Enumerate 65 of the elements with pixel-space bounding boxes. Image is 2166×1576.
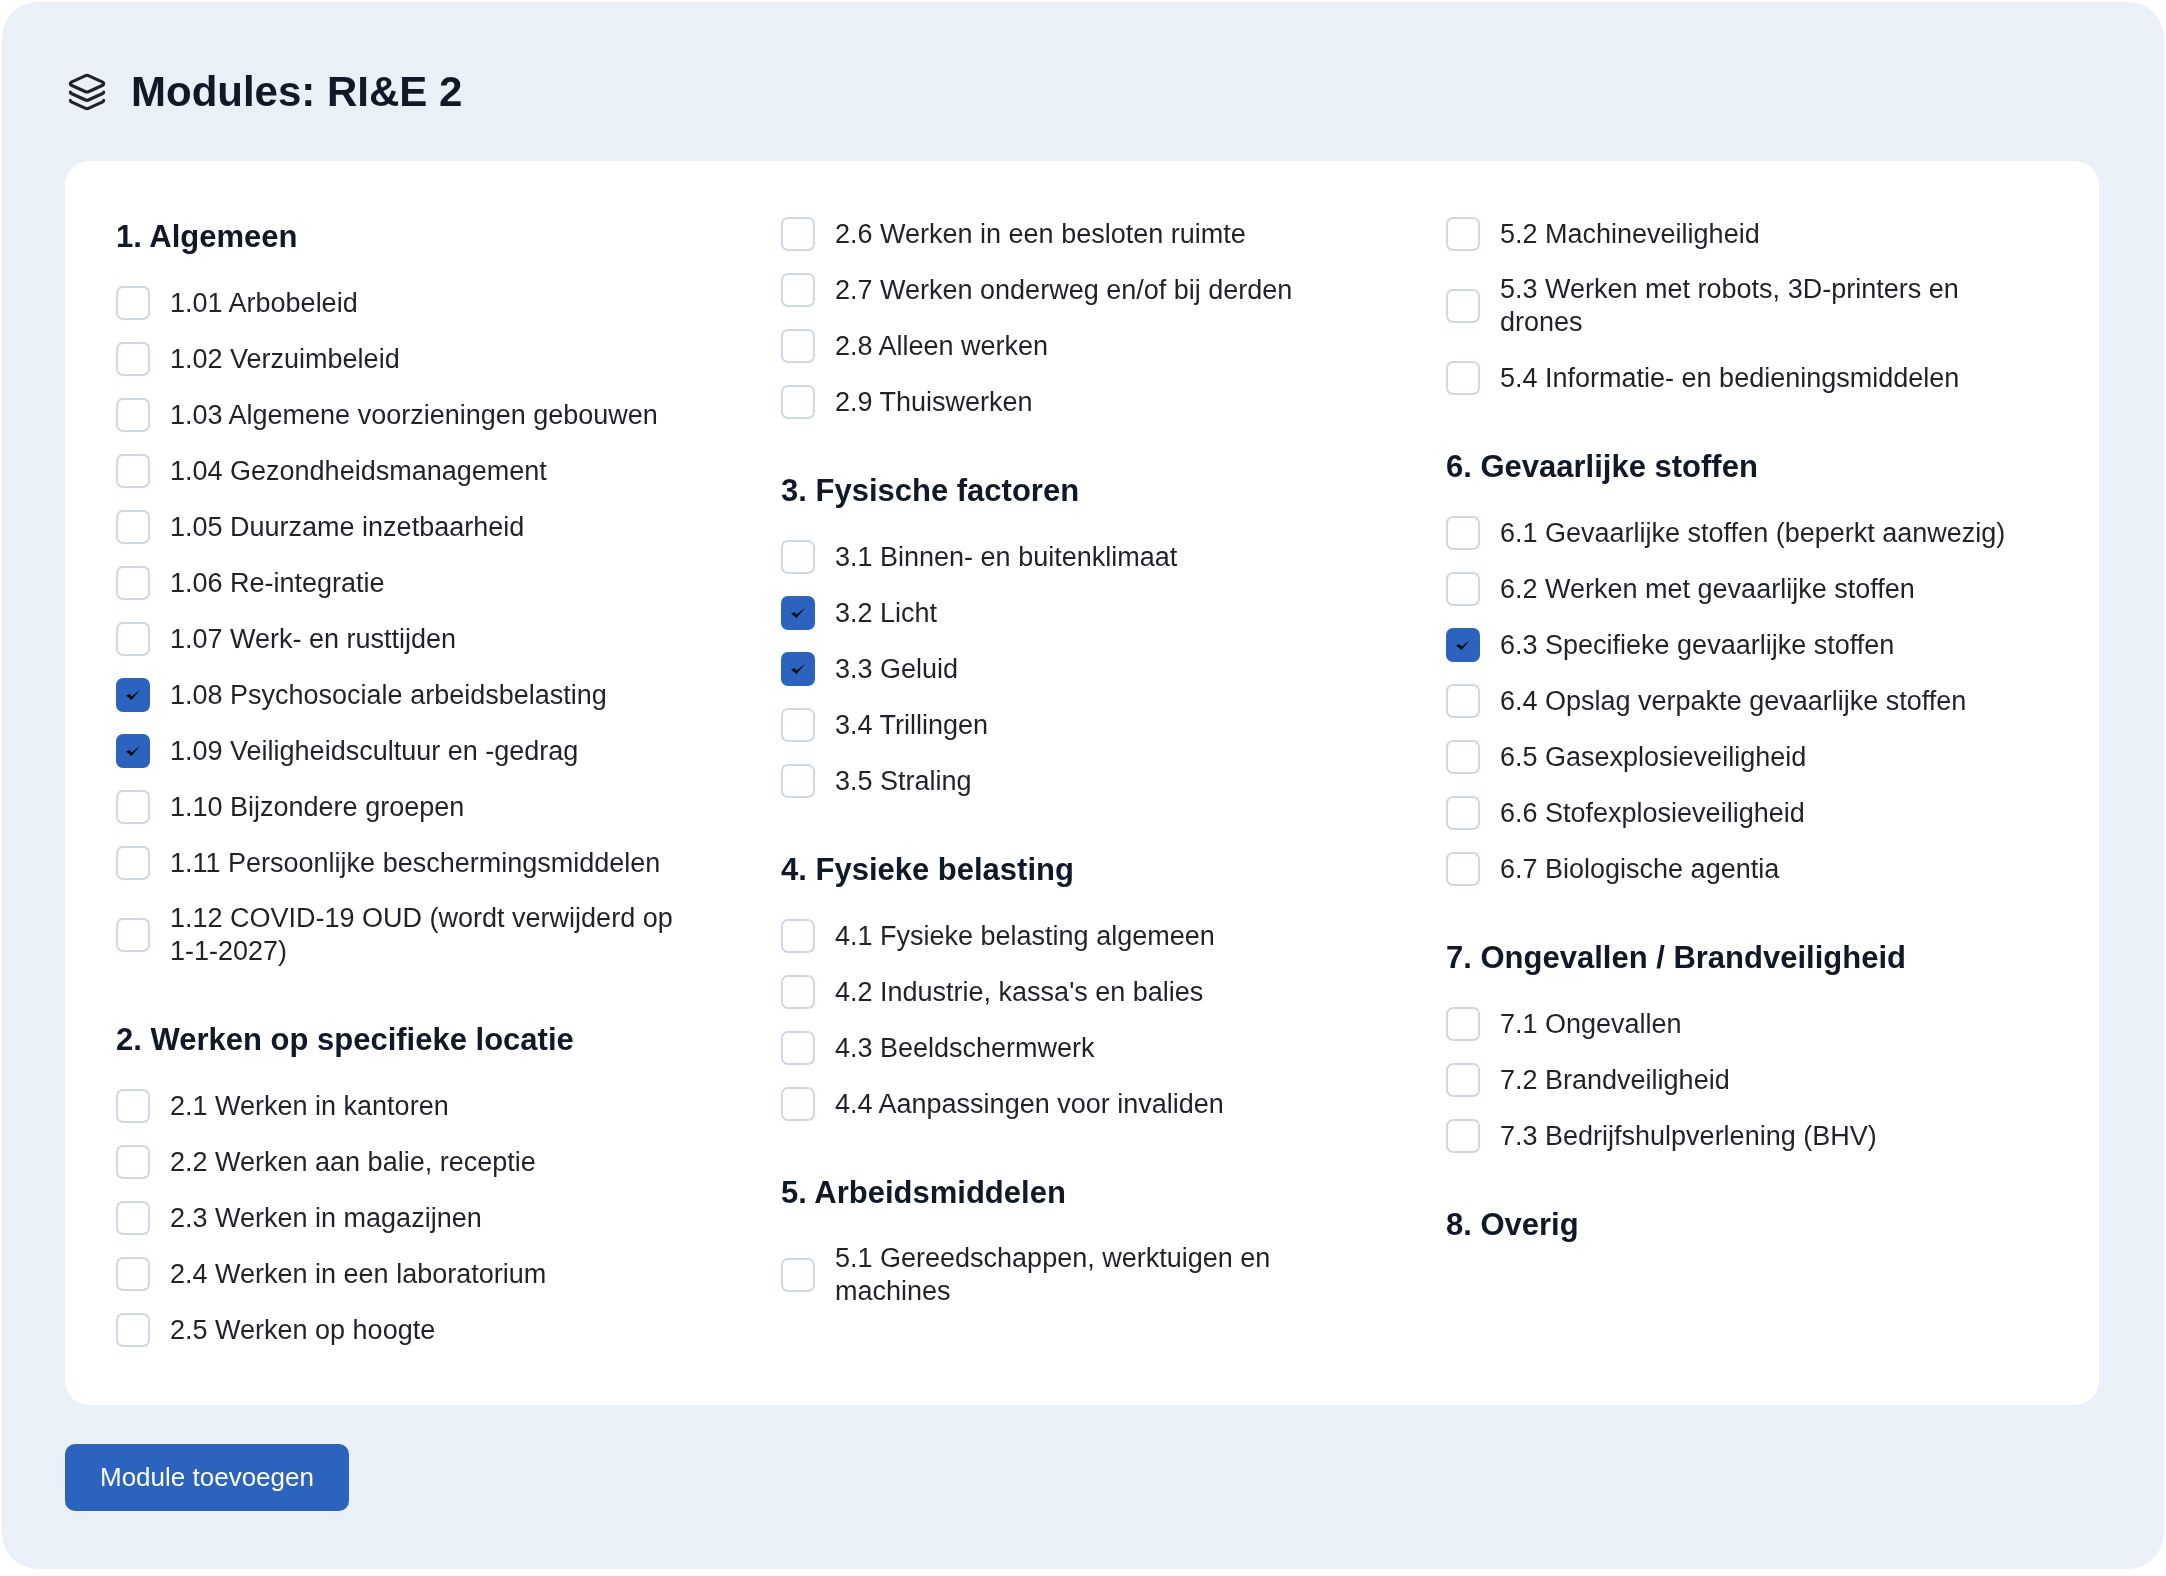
page-title: Modules: RI&E 2 <box>131 67 463 117</box>
add-module-button[interactable]: Module toevoegen <box>65 1444 349 1511</box>
module-label: 1.01 Arbobeleid <box>170 286 358 320</box>
module-label: 2.6 Werken in een besloten ruimte <box>835 217 1246 251</box>
module-label: 3.3 Geluid <box>835 652 959 686</box>
section-heading: 1. Algemeen <box>116 218 299 256</box>
module-label: 2.5 Werken op hoogte <box>170 1313 436 1347</box>
module-label: 3.2 Licht <box>835 596 938 630</box>
module-label: 5.4 Informatie- en bedieningsmiddelen <box>1500 361 1960 395</box>
module-label: 1.03 Algemene voorzieningen gebouwen <box>170 398 658 432</box>
module-label: 6.7 Biologische agentia <box>1500 852 1780 886</box>
module-label: 3.1 Binnen- en buitenklimaat <box>835 540 1178 574</box>
checkbox[interactable] <box>781 652 815 686</box>
module-label: 4.3 Beeldschermwerk <box>835 1031 1095 1065</box>
section-heading: 5. Arbeidsmiddelen <box>781 1174 1067 1212</box>
module-label: 7.1 Ongevallen <box>1500 1007 1682 1041</box>
module-label: 4.4 Aanpassingen voor invaliden <box>835 1087 1224 1121</box>
module-label: 5.2 Machineveiligheid <box>1500 217 1760 251</box>
section-heading: 3. Fysische factoren <box>781 472 1081 510</box>
module-label: 2.4 Werken in een laboratorium <box>170 1257 547 1291</box>
check-icon <box>126 690 140 700</box>
module-label: 1.05 Duurzame inzetbaarheid <box>170 510 525 544</box>
module-label: 2.9 Thuiswerken <box>835 385 1033 419</box>
module-label: 6.3 Specifieke gevaarlijke stoffen <box>1500 628 1895 662</box>
module-label: 6.6 Stofexplosieveiligheid <box>1500 796 1805 830</box>
module-label: 2.3 Werken in magazijnen <box>170 1201 482 1235</box>
module-label: 1.02 Verzuimbeleid <box>170 342 400 376</box>
module-label: 2.2 Werken aan balie, receptie <box>170 1145 536 1179</box>
check-icon <box>791 608 805 618</box>
module-label: 7.2 Brandveiligheid <box>1500 1063 1730 1097</box>
module-label: 2.7 Werken onderweg en/of bij derden <box>835 273 1293 307</box>
checkbox[interactable] <box>1446 628 1480 662</box>
check-icon <box>1456 640 1470 650</box>
module-label: 3.4 Trillingen <box>835 708 989 742</box>
checkbox[interactable] <box>116 734 150 768</box>
module-label: 1.11 Persoonlijke beschermingsmiddelen <box>170 846 661 880</box>
module-label: 1.04 Gezondheidsmanagement <box>170 454 547 488</box>
module-label: 6.1 Gevaarlijke stoffen (beperkt aanwezig) <box>1500 516 2006 550</box>
check-icon <box>126 746 140 756</box>
module-label: 5.1 Gereedschappen, werktuigen en machines <box>835 1242 1272 1308</box>
module-label: 4.2 Industrie, kassa's en balies <box>835 975 1204 1009</box>
module-label: 1.12 COVID-19 OUD (wordt verwijderd op 1-1-2027) <box>170 902 674 968</box>
module-label: 2.1 Werken in kantoren <box>170 1089 449 1123</box>
checkbox[interactable] <box>781 596 815 630</box>
section-heading: 8. Overig <box>1446 1206 1580 1244</box>
module-label: 1.10 Bijzondere groepen <box>170 790 465 824</box>
module-label: 6.2 Werken met gevaarlijke stoffen <box>1500 572 1915 606</box>
module-label: 6.5 Gasexplosieveiligheid <box>1500 740 1807 774</box>
section-heading: 7. Ongevallen / Brandveiligheid <box>1446 939 1907 977</box>
module-label: 6.4 Opslag verpakte gevaarlijke stoffen <box>1500 684 1967 718</box>
section-heading: 6. Gevaarlijke stoffen <box>1446 448 1759 486</box>
checkbox[interactable] <box>116 678 150 712</box>
module-label: 2.8 Alleen werken <box>835 329 1049 363</box>
section-heading: 4. Fysieke belasting <box>781 851 1075 889</box>
module-label: 7.3 Bedrijfshulpverlening (BHV) <box>1500 1119 1877 1153</box>
module-label: 3.5 Straling <box>835 764 972 798</box>
module-label: 4.1 Fysieke belasting algemeen <box>835 919 1215 953</box>
module-label: 1.06 Re-integratie <box>170 566 385 600</box>
check-icon <box>791 664 805 674</box>
module-label: 1.08 Psychosociale arbeidsbelasting <box>170 678 607 712</box>
layers-icon <box>67 72 107 112</box>
section-heading: 2. Werken op specifieke locatie <box>116 1021 575 1059</box>
module-label: 1.09 Veiligheidscultuur en -gedrag <box>170 734 579 768</box>
module-label: 5.3 Werken met robots, 3D-printers en drones <box>1500 273 1960 339</box>
module-label: 1.07 Werk- en rusttijden <box>170 622 457 656</box>
